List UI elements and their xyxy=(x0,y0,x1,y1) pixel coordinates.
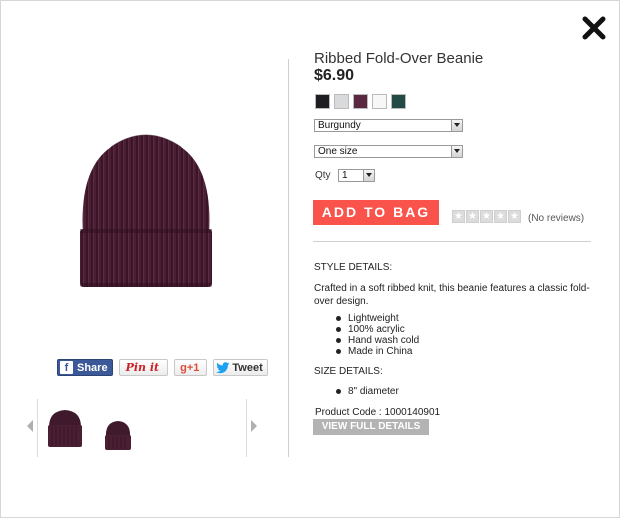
close-icon[interactable] xyxy=(581,15,607,41)
quick-view-modal: f Share Pin it g+1 Tweet Ribbed Fold-Ove… xyxy=(0,0,620,518)
color-swatches xyxy=(315,94,406,109)
add-to-bag-button[interactable]: ADD TO BAG xyxy=(313,200,439,225)
size-details-heading: SIZE DETAILS: xyxy=(314,366,383,377)
thumbnail-beanie-side[interactable] xyxy=(102,419,134,451)
thumbnail-folded-beanie[interactable] xyxy=(46,407,84,449)
reviews-count[interactable]: (No reviews) xyxy=(528,213,584,224)
product-price: $6.90 xyxy=(314,67,355,84)
pinterest-label: Pin it xyxy=(125,361,160,374)
size-select-value: One size xyxy=(318,146,358,157)
dropdown-arrow-icon xyxy=(363,170,374,181)
qty-select-value: 1 xyxy=(342,170,348,181)
product-image xyxy=(80,134,212,287)
twitter-bird-icon xyxy=(216,361,230,373)
qty-select[interactable]: 1 xyxy=(338,169,375,182)
feature-list: Lightweight 100% acrylic Hand wash cold Mad… xyxy=(336,313,419,357)
google-plus-label: g+1 xyxy=(180,361,200,374)
facebook-share-button[interactable]: f Share xyxy=(57,359,113,376)
swatch-dark-green[interactable] xyxy=(391,94,406,109)
product-title: Ribbed Fold-Over Beanie xyxy=(314,50,484,67)
chevron-right-icon[interactable] xyxy=(249,419,259,433)
list-item: 8" diameter xyxy=(336,386,399,397)
color-select[interactable]: Burgundy xyxy=(314,119,463,132)
style-details-heading: STYLE DETAILS: xyxy=(314,262,393,273)
color-select-value: Burgundy xyxy=(318,120,361,131)
pinterest-button[interactable]: Pin it xyxy=(118,359,169,376)
star-icon[interactable]: ★ xyxy=(480,210,493,223)
product-code: Product Code : 1000140901 xyxy=(315,407,441,418)
thumbnail-carousel xyxy=(25,399,265,457)
list-item: Made in China xyxy=(336,346,419,357)
thumbnail-strip xyxy=(37,399,247,457)
tweet-label: Tweet xyxy=(232,361,263,374)
facebook-share-label: Share xyxy=(77,361,108,374)
list-item: Lightweight xyxy=(336,313,419,324)
star-icon[interactable]: ★ xyxy=(508,210,521,223)
google-plus-button[interactable]: g+1 xyxy=(174,359,208,376)
tweet-button[interactable]: Tweet xyxy=(213,359,268,376)
facebook-icon: f xyxy=(60,361,73,374)
view-full-details-button[interactable]: VIEW FULL DETAILS xyxy=(313,419,429,435)
swatch-light-gray[interactable] xyxy=(334,94,349,109)
list-item: 100% acrylic xyxy=(336,324,419,335)
star-icon[interactable]: ★ xyxy=(494,210,507,223)
star-icon[interactable]: ★ xyxy=(466,210,479,223)
star-icon[interactable]: ★ xyxy=(452,210,465,223)
details-divider xyxy=(313,241,591,242)
size-list: 8" diameter xyxy=(336,386,399,397)
size-select[interactable]: One size xyxy=(314,145,463,158)
swatch-burgundy[interactable] xyxy=(353,94,368,109)
dropdown-arrow-icon xyxy=(451,120,462,131)
qty-label: Qty xyxy=(315,170,331,181)
dropdown-arrow-icon xyxy=(451,146,462,157)
column-divider xyxy=(288,59,289,457)
swatch-white[interactable] xyxy=(372,94,387,109)
share-buttons: f Share Pin it g+1 Tweet xyxy=(57,359,268,376)
rating-stars[interactable]: ★ ★ ★ ★ ★ xyxy=(452,210,521,223)
product-description: Crafted in a soft ribbed knit, this bean… xyxy=(314,283,590,307)
chevron-left-icon[interactable] xyxy=(25,419,35,433)
swatch-black[interactable] xyxy=(315,94,330,109)
list-item: Hand wash cold xyxy=(336,335,419,346)
